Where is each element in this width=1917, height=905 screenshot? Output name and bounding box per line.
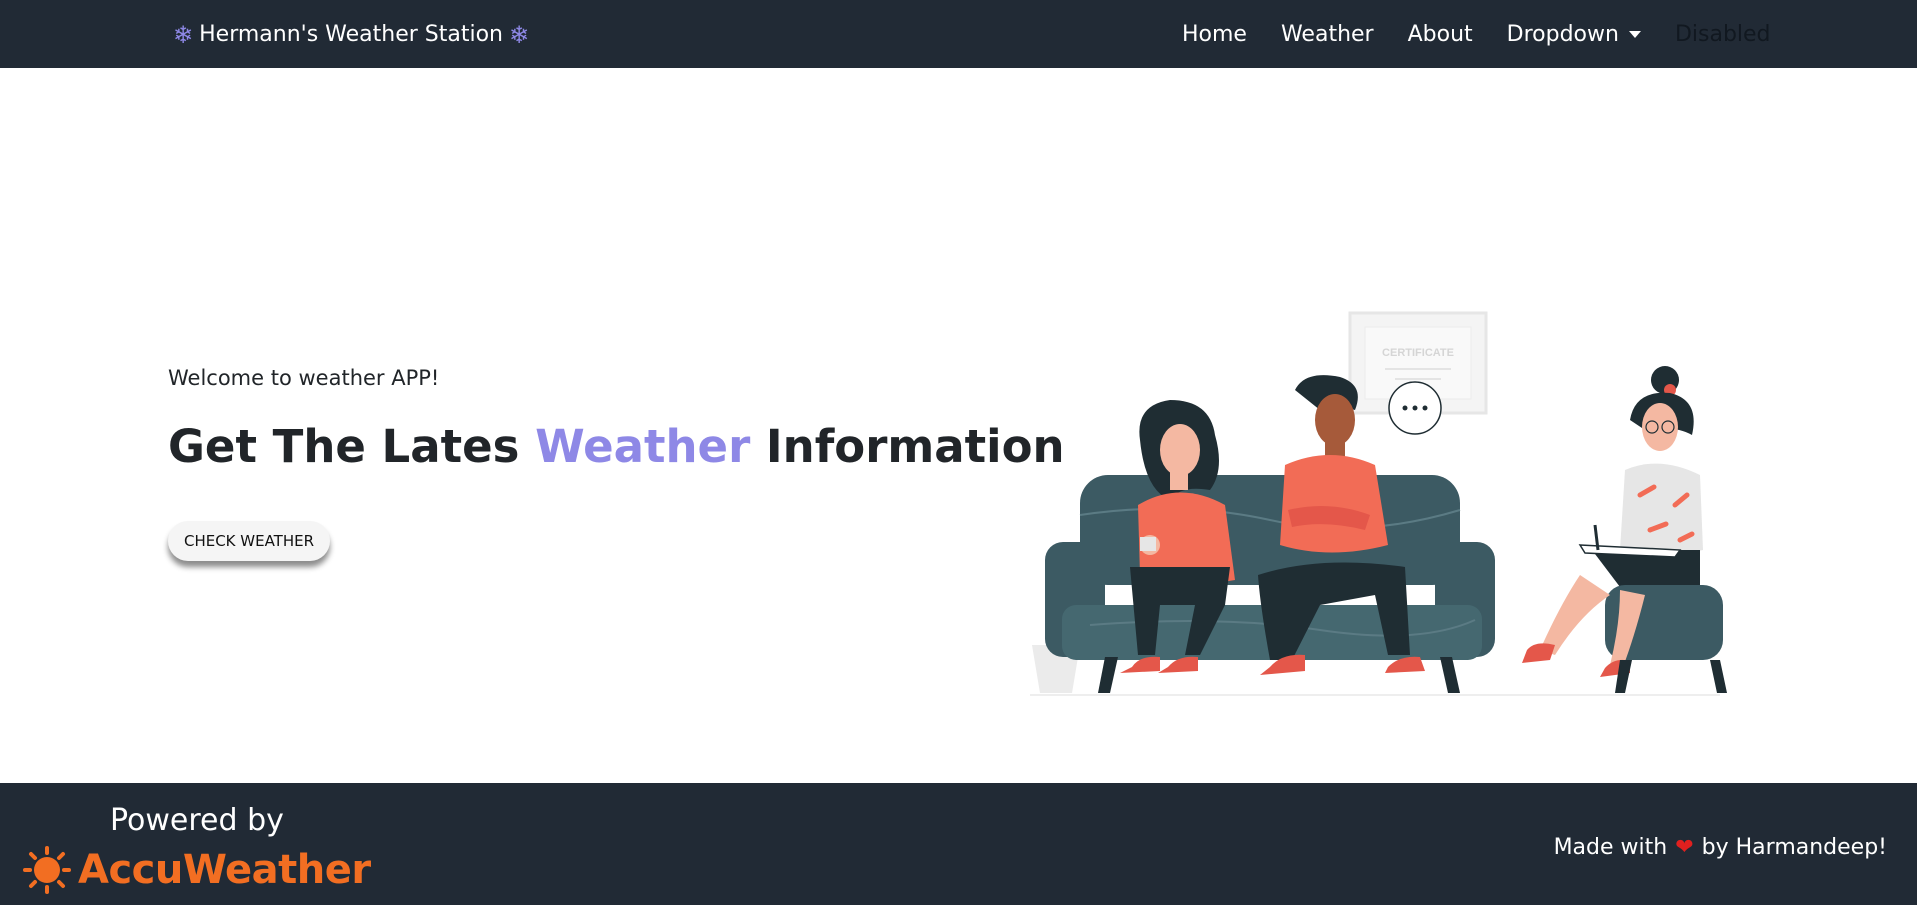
welcome-text: Welcome to weather APP! [168,366,440,390]
accuweather-logo[interactable]: AccuWeather [22,845,371,895]
nav-weather[interactable]: Weather [1281,22,1374,47]
therapy-session-illustration: CERTIFICATE [1030,311,1727,696]
brand-link[interactable]: ❄ Hermann's Weather Station ❄ [173,22,529,47]
caret-down-icon [1628,31,1641,38]
navbar: ❄ Hermann's Weather Station ❄ Home Weath… [0,0,1917,68]
author-label: by Harmandeep! [1701,835,1887,860]
headline-pre: Get The Lates [168,420,536,473]
nav-home[interactable]: Home [1182,22,1247,47]
headline-post: Information [750,420,1065,473]
nav-about[interactable]: About [1408,22,1473,47]
sun-icon [23,846,71,894]
heart-icon: ❤ [1675,835,1694,860]
made-with-label: Made with [1553,835,1668,860]
headline-accent: Weather [535,420,751,473]
accuweather-wordmark: AccuWeather [78,847,371,893]
snowflake-icon: ❄ [508,20,530,49]
snowflake-icon: ❄ [173,20,194,49]
speech-bubble [1388,381,1442,435]
footer: Powered by AccuWeather Made with ❤ by Ha… [0,783,1917,905]
nav-dropdown-label: Dropdown [1506,22,1619,47]
made-with-text: Made with ❤ by Harmandeep! [1554,835,1887,860]
nav-disabled: Disabled [1674,22,1771,47]
therapist [1522,366,1727,693]
certificate-text: CERTIFICATE [1382,347,1454,359]
nav-links: Home Weather About Dropdown Disabled [1182,22,1771,47]
check-weather-button[interactable]: CHECK WEATHER [168,521,330,561]
hero-headline: Get The Lates Weather Information [168,420,1065,473]
nav-dropdown[interactable]: Dropdown [1507,22,1641,47]
brand-title: Hermann's Weather Station [199,22,503,47]
powered-by-text: Powered by [110,803,284,838]
